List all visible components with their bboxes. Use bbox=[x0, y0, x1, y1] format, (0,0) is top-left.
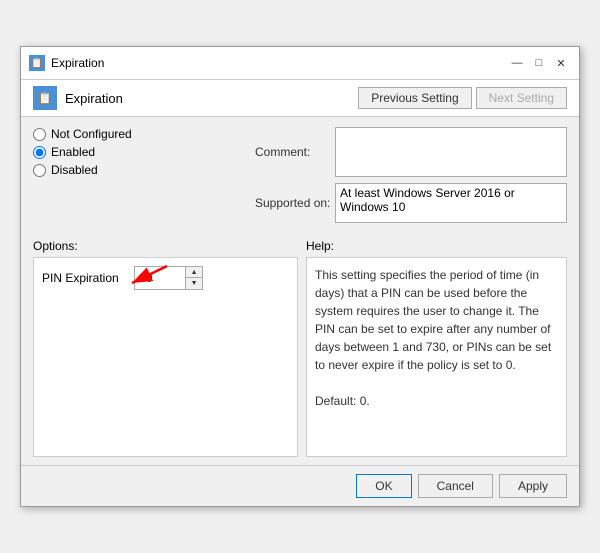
maximize-button[interactable]: □ bbox=[529, 53, 549, 73]
radio-not-configured-label: Not Configured bbox=[51, 127, 132, 141]
comment-label: Comment: bbox=[255, 145, 335, 159]
radio-disabled-input[interactable] bbox=[33, 164, 46, 177]
supported-textarea bbox=[335, 183, 567, 223]
radio-enabled-input[interactable] bbox=[33, 146, 46, 159]
spin-down-button[interactable]: ▼ bbox=[186, 278, 202, 289]
header-title-text: Expiration bbox=[65, 91, 123, 106]
help-text: This setting specifies the period of tim… bbox=[315, 266, 558, 410]
radio-not-configured[interactable]: Not Configured bbox=[33, 127, 243, 141]
arrow-annotation bbox=[102, 261, 172, 301]
radio-disabled[interactable]: Disabled bbox=[33, 163, 243, 177]
cancel-button[interactable]: Cancel bbox=[418, 474, 493, 498]
section-labels: Options: Help: bbox=[21, 239, 579, 257]
comment-row: Comment: bbox=[255, 127, 567, 177]
help-label: Help: bbox=[306, 239, 334, 253]
radio-enabled[interactable]: Enabled bbox=[33, 145, 243, 159]
supported-row: Supported on: bbox=[255, 183, 567, 223]
window-icon: 📋 bbox=[29, 55, 45, 71]
window-title: Expiration bbox=[51, 56, 104, 70]
help-section-label: Help: bbox=[298, 239, 567, 253]
main-body: PIN Expiration ▲ ▼ bbox=[21, 257, 579, 465]
next-setting-button[interactable]: Next Setting bbox=[476, 87, 567, 109]
title-bar-left: 📋 Expiration bbox=[29, 55, 104, 71]
footer: OK Cancel Apply bbox=[21, 465, 579, 506]
radio-not-configured-input[interactable] bbox=[33, 128, 46, 141]
left-panel: Not Configured Enabled Disabled bbox=[33, 127, 243, 229]
expiration-dialog: 📋 Expiration — □ ✕ 📋 Expiration Previous… bbox=[20, 46, 580, 507]
options-label: Options: bbox=[33, 239, 78, 253]
pin-row: PIN Expiration ▲ ▼ bbox=[42, 266, 289, 290]
apply-button[interactable]: Apply bbox=[499, 474, 567, 498]
minimize-button[interactable]: — bbox=[507, 53, 527, 73]
options-section-label: Options: bbox=[33, 239, 298, 253]
nav-buttons: Previous Setting Next Setting bbox=[358, 87, 567, 109]
title-controls: — □ ✕ bbox=[507, 53, 571, 73]
header-section: 📋 Expiration Previous Setting Next Setti… bbox=[21, 80, 579, 117]
close-button[interactable]: ✕ bbox=[551, 53, 571, 73]
title-bar: 📋 Expiration — □ ✕ bbox=[21, 47, 579, 80]
header-title: 📋 Expiration bbox=[33, 86, 123, 110]
header-icon: 📋 bbox=[33, 86, 57, 110]
ok-button[interactable]: OK bbox=[356, 474, 411, 498]
radio-enabled-label: Enabled bbox=[51, 145, 95, 159]
supported-label: Supported on: bbox=[255, 196, 335, 210]
comment-textarea[interactable] bbox=[335, 127, 567, 177]
spinner-buttons: ▲ ▼ bbox=[185, 267, 202, 289]
radio-group: Not Configured Enabled Disabled bbox=[33, 127, 243, 177]
help-panel: This setting specifies the period of tim… bbox=[306, 257, 567, 457]
previous-setting-button[interactable]: Previous Setting bbox=[358, 87, 471, 109]
radio-disabled-label: Disabled bbox=[51, 163, 98, 177]
content-area: Not Configured Enabled Disabled Comment:… bbox=[21, 117, 579, 239]
options-panel: PIN Expiration ▲ ▼ bbox=[33, 257, 298, 457]
right-panel: Comment: Supported on: bbox=[243, 127, 567, 229]
spin-up-button[interactable]: ▲ bbox=[186, 267, 202, 278]
